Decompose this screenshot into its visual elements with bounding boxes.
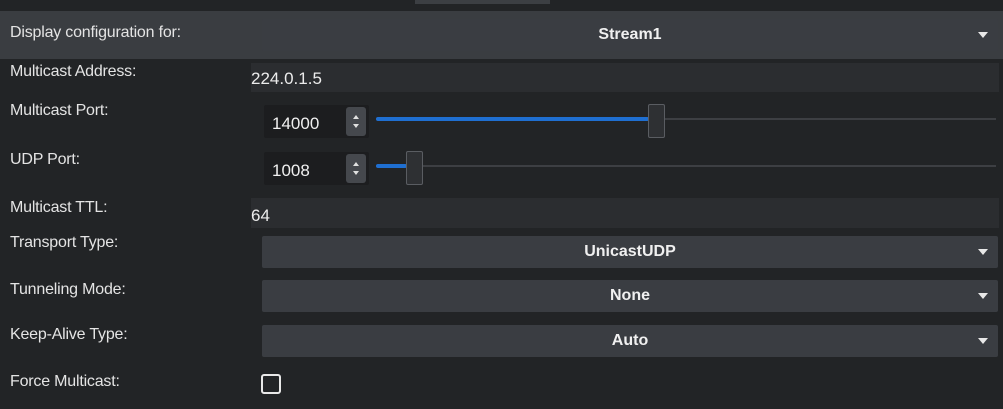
transport-type-dropdown[interactable]: UnicastUDP bbox=[262, 236, 998, 268]
udp-port-label: UDP Port: bbox=[10, 151, 80, 168]
udp-port-spinner[interactable] bbox=[346, 154, 366, 183]
keep-alive-type-value: Auto bbox=[611, 332, 649, 349]
multicast-port-label: Multicast Port: bbox=[10, 102, 109, 119]
spin-up-icon[interactable] bbox=[353, 115, 359, 119]
spin-down-icon[interactable] bbox=[353, 124, 359, 128]
tunneling-mode-value: None bbox=[610, 287, 650, 304]
display-configuration-value: Stream1 bbox=[598, 26, 662, 43]
transport-type-value: UnicastUDP bbox=[584, 243, 676, 260]
row-force-multicast: Force Multicast: bbox=[0, 361, 1003, 409]
multicast-address-value: 224.0.1.5 bbox=[251, 69, 322, 88]
udp-port-slider-fill bbox=[376, 164, 407, 168]
multicast-port-value: 14000 bbox=[272, 114, 320, 133]
display-configuration-label: Display configuration for: bbox=[10, 24, 181, 41]
row-multicast-address: Multicast Address: 224.0.1.5 bbox=[0, 59, 1003, 95]
multicast-address-label: Multicast Address: bbox=[10, 63, 137, 80]
chevron-down-icon bbox=[978, 249, 988, 255]
chevron-down-icon bbox=[978, 338, 988, 344]
spin-down-icon[interactable] bbox=[353, 171, 359, 175]
keep-alive-type-dropdown[interactable]: Auto bbox=[262, 325, 998, 357]
tunneling-mode-label: Tunneling Mode: bbox=[10, 281, 126, 298]
transport-type-label: Transport Type: bbox=[10, 234, 119, 251]
tunneling-mode-dropdown[interactable]: None bbox=[262, 280, 998, 312]
force-multicast-checkbox[interactable] bbox=[261, 374, 281, 394]
multicast-port-slider-fill bbox=[376, 117, 649, 121]
multicast-port-slider-thumb[interactable] bbox=[648, 104, 665, 138]
udp-port-slider-track[interactable] bbox=[376, 165, 996, 167]
multicast-ttl-value: 64 bbox=[251, 206, 270, 225]
udp-port-value: 1008 bbox=[272, 161, 310, 180]
row-keep-alive-type: Keep-Alive Type: Auto bbox=[0, 317, 1003, 361]
top-strip bbox=[0, 0, 1003, 9]
top-tab-indicator bbox=[415, 0, 550, 4]
force-multicast-label: Force Multicast: bbox=[10, 373, 120, 390]
keep-alive-type-label: Keep-Alive Type: bbox=[10, 326, 128, 343]
row-display-configuration: Display configuration for: Stream1 bbox=[0, 11, 1003, 59]
multicast-ttl-field[interactable]: 64 bbox=[251, 198, 999, 228]
row-udp-port: UDP Port: 1008 bbox=[0, 143, 1003, 193]
multicast-ttl-label: Multicast TTL: bbox=[10, 199, 108, 216]
row-tunneling-mode: Tunneling Mode: None bbox=[0, 273, 1003, 317]
multicast-port-spinner[interactable] bbox=[346, 107, 366, 136]
row-transport-type: Transport Type: UnicastUDP bbox=[0, 229, 1003, 273]
chevron-down-icon bbox=[978, 293, 988, 299]
multicast-address-field[interactable]: 224.0.1.5 bbox=[251, 63, 999, 92]
row-multicast-ttl: Multicast TTL: 64 bbox=[0, 193, 1003, 229]
display-configuration-dropdown[interactable]: Stream1 bbox=[262, 19, 998, 51]
chevron-down-icon bbox=[978, 32, 988, 38]
udp-port-slider-thumb[interactable] bbox=[406, 151, 423, 185]
spin-up-icon[interactable] bbox=[353, 162, 359, 166]
row-multicast-port: Multicast Port: 14000 bbox=[0, 95, 1003, 143]
